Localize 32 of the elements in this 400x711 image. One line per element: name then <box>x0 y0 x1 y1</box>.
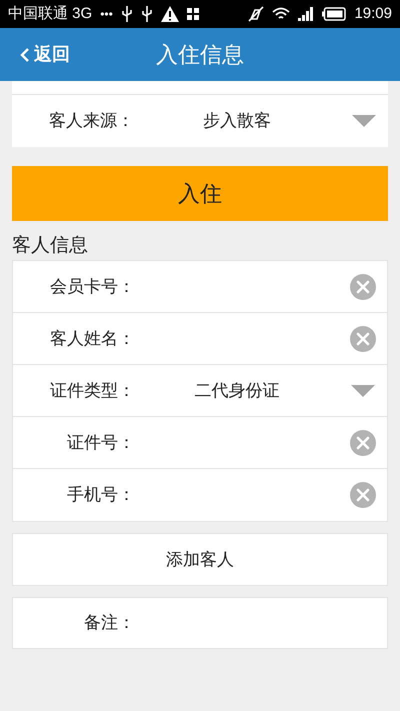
dropdown-caret-icon[interactable] <box>352 115 376 127</box>
notification-dots: ••• <box>100 6 113 23</box>
field-label: 客人姓名： <box>49 328 135 350</box>
usb-icon <box>140 6 153 22</box>
back-chevron-icon <box>20 46 30 62</box>
page-title: 入住信息 <box>156 41 244 69</box>
field-label: 会员卡号： <box>49 276 135 298</box>
add-guest-button[interactable]: 添加客人 <box>12 533 388 586</box>
clear-icon[interactable] <box>350 326 376 352</box>
field-label: 手机号： <box>66 484 135 506</box>
muted-icon <box>248 6 264 22</box>
signal-icon <box>298 7 314 21</box>
select-value[interactable]: 步入散客 <box>134 108 340 134</box>
field-label: 客人来源： <box>48 110 134 132</box>
warning-icon <box>160 6 179 22</box>
field-label: 备注： <box>83 612 135 634</box>
battery-icon <box>322 7 346 21</box>
field-label: 证件类型： <box>49 380 135 402</box>
select-value[interactable]: 二代身份证 <box>135 378 339 404</box>
clear-icon[interactable] <box>350 430 376 456</box>
clear-icon[interactable] <box>350 274 376 300</box>
checkin-button[interactable]: 入住 <box>12 166 388 221</box>
usb-icon <box>120 6 133 22</box>
grid-icon <box>186 8 199 20</box>
wifi-icon <box>272 7 290 21</box>
dropdown-caret-icon[interactable] <box>351 384 375 396</box>
clear-icon[interactable] <box>350 482 376 508</box>
field-label: 证件号： <box>66 432 135 454</box>
back-button[interactable]: 返回 <box>0 41 70 68</box>
section-title: 客人信息 <box>12 234 89 258</box>
carrier-text: 中国联通 3G <box>8 4 92 24</box>
clock-text: 19:09 <box>354 4 392 24</box>
